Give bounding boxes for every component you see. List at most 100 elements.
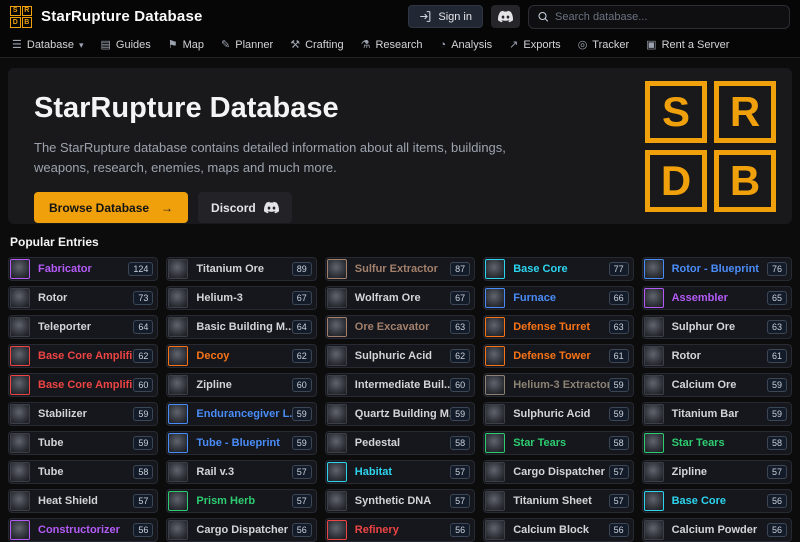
item-thumbnail-icon bbox=[485, 375, 505, 395]
discord-icon bbox=[498, 9, 513, 24]
nav-item-tracker[interactable]: ◎ Tracker bbox=[578, 39, 629, 51]
entry-card[interactable]: Titanium Bar 59 bbox=[642, 402, 792, 426]
logo-letter: S bbox=[645, 81, 707, 143]
nav-item-research[interactable]: ⚗ Research bbox=[361, 39, 423, 51]
entry-card[interactable]: Basic Building M... 64 bbox=[166, 315, 316, 339]
entry-card[interactable]: Zipline 60 bbox=[166, 373, 316, 397]
entry-card[interactable]: Cargo Dispatcher 56 bbox=[166, 518, 316, 542]
entry-card[interactable]: Intermediate Buil... 60 bbox=[325, 373, 475, 397]
entry-card[interactable]: Teleporter 64 bbox=[8, 315, 158, 339]
entry-count-badge: 60 bbox=[133, 378, 153, 392]
entry-card[interactable]: Wolfram Ore 67 bbox=[325, 286, 475, 310]
nav-item-map[interactable]: ⚑ Map bbox=[168, 39, 204, 51]
entry-card[interactable]: Base Core Amplifi... 60 bbox=[8, 373, 158, 397]
entry-name: Defense Turret bbox=[506, 321, 608, 333]
entry-name: Base Core bbox=[665, 495, 767, 507]
discord-button[interactable] bbox=[491, 5, 520, 28]
entry-card[interactable]: Constructorizer 56 bbox=[8, 518, 158, 542]
entry-card[interactable]: Helium-3 Extractor 59 bbox=[483, 373, 633, 397]
entry-count-badge: 64 bbox=[292, 320, 312, 334]
item-thumbnail-icon bbox=[644, 346, 664, 366]
nav-item-analysis[interactable]: ◔ Analysis bbox=[440, 39, 493, 51]
search-input[interactable] bbox=[555, 11, 781, 23]
entry-count-badge: 58 bbox=[133, 465, 153, 479]
entry-card[interactable]: Cargo Dispatcher 57 bbox=[483, 460, 633, 484]
browse-database-button[interactable]: Browse Database → bbox=[34, 192, 188, 223]
entry-name: Teleporter bbox=[31, 321, 133, 333]
nav-item-label: Exports bbox=[523, 39, 560, 51]
entry-card[interactable]: Prism Herb 57 bbox=[166, 489, 316, 513]
server-icon: ▣ bbox=[646, 40, 656, 51]
entry-card[interactable]: Titanium Ore 89 bbox=[166, 257, 316, 281]
entry-count-badge: 58 bbox=[767, 436, 787, 450]
entry-card[interactable]: Defense Turret 63 bbox=[483, 315, 633, 339]
nav-item-database[interactable]: ☰ Database ▾ bbox=[12, 39, 84, 51]
nav-item-planner[interactable]: ✎ Planner bbox=[221, 39, 273, 51]
entry-card[interactable]: Tube 59 bbox=[8, 431, 158, 455]
entry-card[interactable]: Quartz Building M... 59 bbox=[325, 402, 475, 426]
entry-count-badge: 56 bbox=[767, 523, 787, 537]
entry-card[interactable]: Sulphur Ore 63 bbox=[642, 315, 792, 339]
entry-card[interactable]: Tube 58 bbox=[8, 460, 158, 484]
entry-card[interactable]: Refinery 56 bbox=[325, 518, 475, 542]
discord-hero-button[interactable]: Discord bbox=[198, 192, 292, 223]
entry-name: Calcium Ore bbox=[665, 379, 767, 391]
item-thumbnail-icon bbox=[10, 346, 30, 366]
discord-icon bbox=[264, 200, 279, 215]
entry-card[interactable]: Sulphuric Acid 59 bbox=[483, 402, 633, 426]
entry-name: Cargo Dispatcher bbox=[189, 524, 291, 536]
srdb-logo[interactable]: SRDB bbox=[10, 6, 32, 28]
entry-name: Zipline bbox=[189, 379, 291, 391]
nav-item-exports[interactable]: ↗ Exports bbox=[509, 39, 561, 51]
entry-card[interactable]: Base Core Amplifi... 62 bbox=[8, 344, 158, 368]
entry-card[interactable]: Habitat 57 bbox=[325, 460, 475, 484]
entry-card[interactable]: Fabricator 124 bbox=[8, 257, 158, 281]
entry-card[interactable]: Stabilizer 59 bbox=[8, 402, 158, 426]
entry-name: Ore Excavator bbox=[348, 321, 450, 333]
entry-card[interactable]: Base Core 77 bbox=[483, 257, 633, 281]
entry-card[interactable]: Star Tears 58 bbox=[642, 431, 792, 455]
entry-name: Sulphuric Acid bbox=[506, 408, 608, 420]
entry-card[interactable]: Defense Tower 61 bbox=[483, 344, 633, 368]
entry-name: Sulfur Extractor bbox=[348, 263, 450, 275]
entry-card[interactable]: Rotor 61 bbox=[642, 344, 792, 368]
nav-item-rent-a-server[interactable]: ▣ Rent a Server bbox=[646, 39, 729, 51]
entry-card[interactable]: Tube - Blueprint 59 bbox=[166, 431, 316, 455]
sign-in-button[interactable]: Sign in bbox=[408, 5, 483, 28]
nav-item-label: Research bbox=[375, 39, 422, 51]
entry-card[interactable]: Endurancegiver L... 59 bbox=[166, 402, 316, 426]
entry-name: Intermediate Buil... bbox=[348, 379, 450, 391]
nav-item-guides[interactable]: ▤ Guides bbox=[101, 39, 151, 51]
entry-card[interactable]: Calcium Block 56 bbox=[483, 518, 633, 542]
entry-count-badge: 56 bbox=[133, 523, 153, 537]
popular-entries-section: Popular Entries Fabricator 124 Titanium … bbox=[0, 224, 800, 542]
chevron-down-icon: ▾ bbox=[79, 40, 84, 51]
entry-card[interactable]: Rotor 73 bbox=[8, 286, 158, 310]
entry-card[interactable]: Calcium Powder 56 bbox=[642, 518, 792, 542]
entry-card[interactable]: Pedestal 58 bbox=[325, 431, 475, 455]
item-thumbnail-icon bbox=[10, 433, 30, 453]
entry-card[interactable]: Titanium Sheet 57 bbox=[483, 489, 633, 513]
entry-card[interactable]: Calcium Ore 59 bbox=[642, 373, 792, 397]
entry-card[interactable]: Heat Shield 57 bbox=[8, 489, 158, 513]
entry-card[interactable]: Furnace 66 bbox=[483, 286, 633, 310]
entry-count-badge: 57 bbox=[292, 465, 312, 479]
entry-card[interactable]: Sulphuric Acid 62 bbox=[325, 344, 475, 368]
entry-card[interactable]: Assembler 65 bbox=[642, 286, 792, 310]
entry-count-badge: 59 bbox=[767, 378, 787, 392]
entry-card[interactable]: Helium-3 67 bbox=[166, 286, 316, 310]
analysis-chart-icon: ◔ bbox=[440, 40, 447, 51]
entry-count-badge: 89 bbox=[292, 262, 312, 276]
entry-card[interactable]: Star Tears 58 bbox=[483, 431, 633, 455]
nav-item-crafting[interactable]: ⚒ Crafting bbox=[290, 39, 343, 51]
search-box[interactable] bbox=[528, 5, 790, 29]
entry-card[interactable]: Synthetic DNA 57 bbox=[325, 489, 475, 513]
entry-card[interactable]: Rotor - Blueprint 76 bbox=[642, 257, 792, 281]
entry-card[interactable]: Zipline 57 bbox=[642, 460, 792, 484]
entry-card[interactable]: Base Core 56 bbox=[642, 489, 792, 513]
entry-card[interactable]: Sulfur Extractor 87 bbox=[325, 257, 475, 281]
entry-card[interactable]: Ore Excavator 63 bbox=[325, 315, 475, 339]
entry-card[interactable]: Decoy 62 bbox=[166, 344, 316, 368]
item-thumbnail-icon bbox=[327, 288, 347, 308]
entry-card[interactable]: Rail v.3 57 bbox=[166, 460, 316, 484]
